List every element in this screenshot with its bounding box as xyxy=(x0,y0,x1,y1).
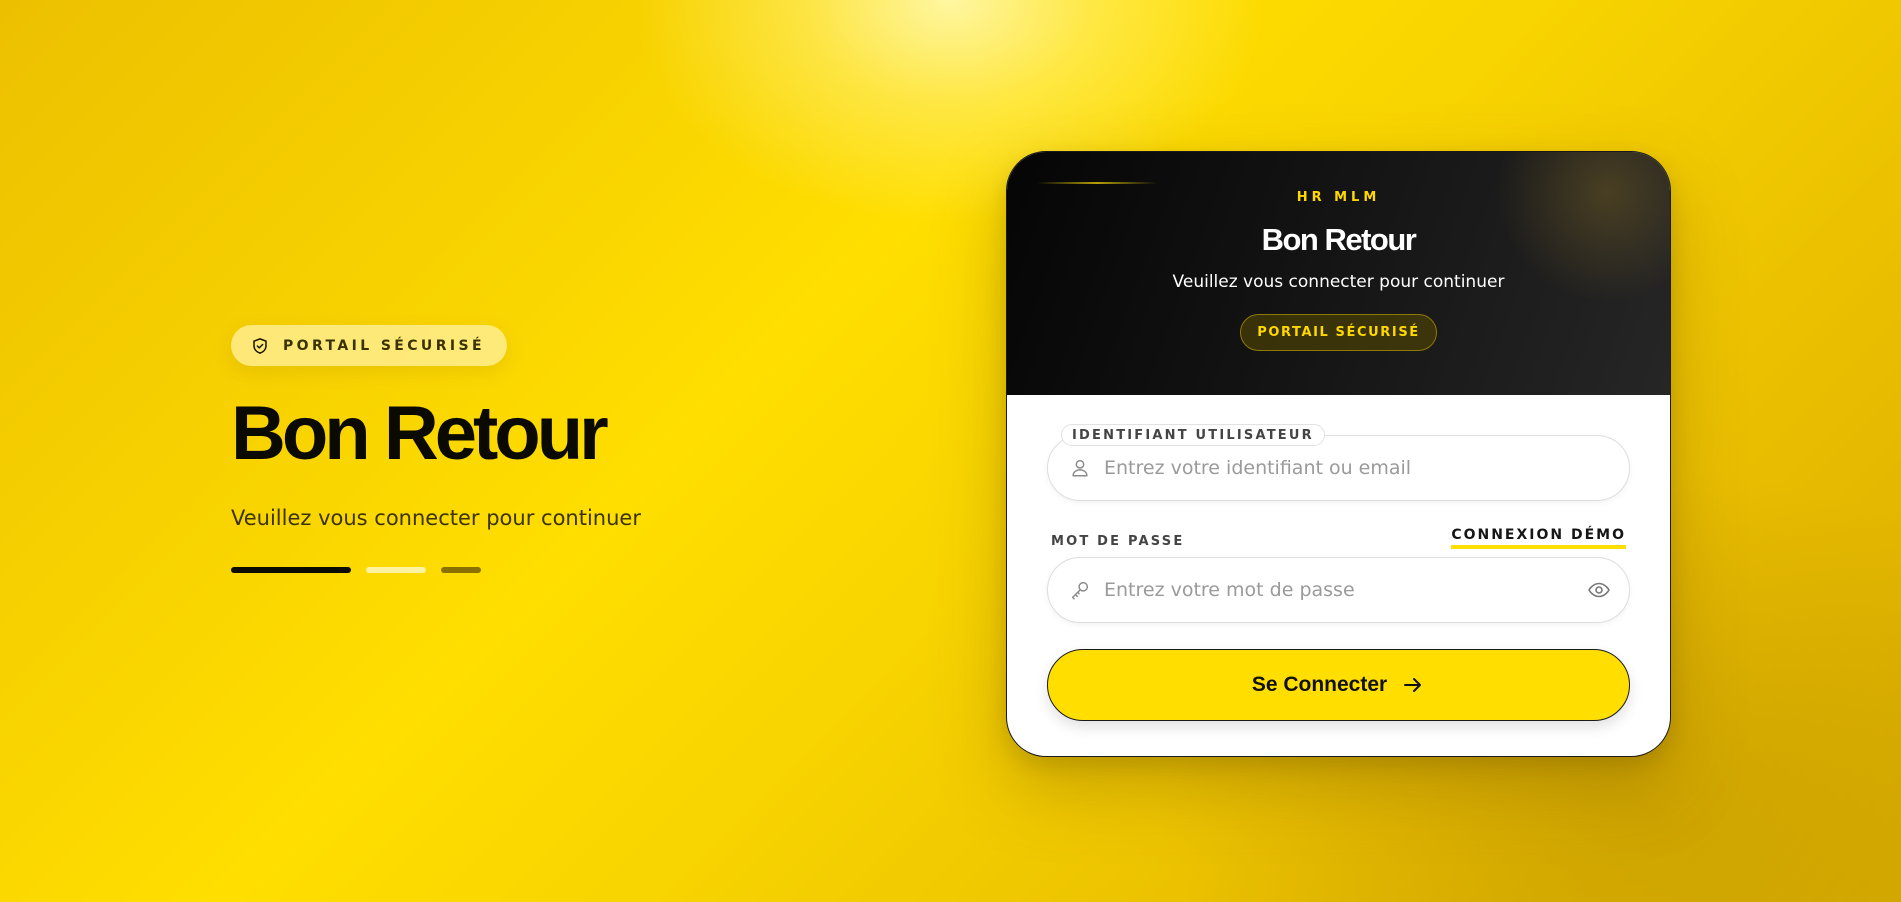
password-field-group xyxy=(1047,557,1630,623)
progress-step-3 xyxy=(441,567,481,573)
login-card: HR MLM Bon Retour Veuillez vous connecte… xyxy=(1006,151,1671,757)
header-secure-badge: PORTAIL SÉCURISÉ xyxy=(1240,314,1437,351)
login-button-label: Se Connecter xyxy=(1251,673,1388,696)
username-label: IDENTIFIANT UTILISATEUR xyxy=(1061,424,1325,446)
login-card-header: HR MLM Bon Retour Veuillez vous connecte… xyxy=(1007,152,1670,395)
username-field-group: IDENTIFIANT UTILISATEUR xyxy=(1047,424,1630,501)
user-icon xyxy=(1048,457,1104,479)
hero-title: Bon Retour xyxy=(231,391,609,476)
shield-check-icon xyxy=(251,337,269,355)
password-label: MOT DE PASSE xyxy=(1051,534,1185,549)
secure-portal-badge: PORTAIL SÉCURISÉ xyxy=(231,325,507,366)
progress-indicator xyxy=(231,567,851,573)
hero-section: PORTAIL SÉCURISÉ Bon Retour Veuillez vou… xyxy=(231,325,851,573)
hero-subtitle: Veuillez vous connecter pour continuer xyxy=(231,506,641,530)
login-form: IDENTIFIANT UTILISATEUR MOT DE PASSE CON… xyxy=(1007,424,1670,721)
decorative-line xyxy=(1037,182,1157,184)
key-icon xyxy=(1048,579,1104,601)
password-label-row: MOT DE PASSE CONNEXION DÉMO xyxy=(1047,527,1630,549)
login-button[interactable]: Se Connecter xyxy=(1047,649,1630,721)
card-title: Bon Retour xyxy=(1261,222,1417,257)
card-subtitle: Veuillez vous connecter pour continuer xyxy=(1172,272,1505,292)
username-input[interactable] xyxy=(1104,457,1629,479)
password-input[interactable] xyxy=(1104,579,1569,601)
password-field[interactable] xyxy=(1047,557,1630,623)
eye-icon[interactable] xyxy=(1569,578,1629,602)
arrow-right-icon xyxy=(1401,673,1425,697)
progress-step-1 xyxy=(231,567,351,573)
progress-step-2 xyxy=(366,567,426,573)
demo-login-link[interactable]: CONNEXION DÉMO xyxy=(1451,527,1626,549)
brand-name: HR MLM xyxy=(1296,190,1381,205)
secure-portal-label: PORTAIL SÉCURISÉ xyxy=(283,337,485,354)
